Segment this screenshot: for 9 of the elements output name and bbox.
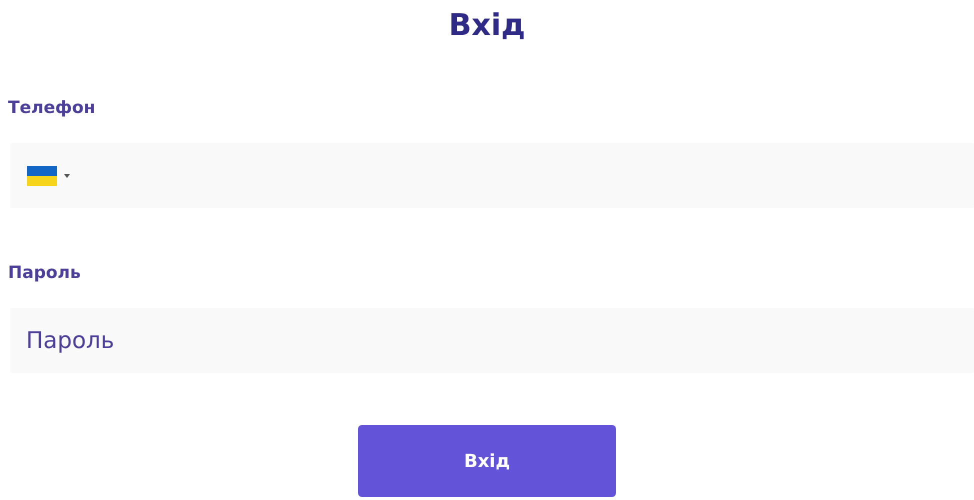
field-label: Телефон	[8, 97, 96, 120]
login-button[interactable]: Вхід	[358, 425, 616, 497]
password-field[interactable]: Пароль	[10, 308, 974, 373]
flag-icon	[27, 166, 57, 186]
field-label: Пароль	[8, 262, 81, 285]
caret-icon	[64, 174, 70, 178]
country-dropdown[interactable]	[27, 166, 70, 186]
phone-field[interactable]	[10, 143, 974, 208]
page-title: Вхід	[448, 7, 526, 45]
